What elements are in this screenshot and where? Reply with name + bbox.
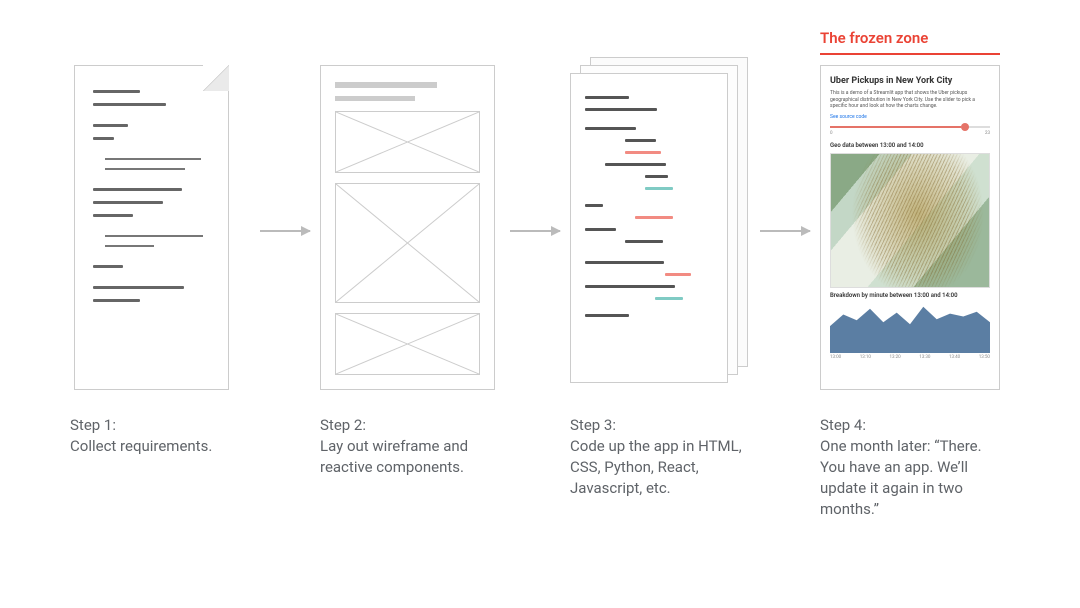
wireframe-icon bbox=[320, 65, 495, 390]
step-2-number: Step 2: bbox=[320, 415, 510, 436]
step-3-text: Code up the app in HTML, CSS, Python, Re… bbox=[570, 437, 742, 497]
step-3: Step 3: Code up the app in HTML, CSS, Py… bbox=[570, 65, 760, 499]
xtick: 13:50 bbox=[979, 355, 990, 360]
xtick: 13:10 bbox=[860, 355, 871, 360]
slider-tick-min: 0 bbox=[830, 131, 833, 136]
slider-ticks: 0 23 bbox=[830, 131, 990, 136]
step-1-illustration bbox=[70, 65, 260, 395]
step-2-text: Lay out wireframe and reactive component… bbox=[320, 437, 468, 476]
arrow-icon bbox=[760, 230, 810, 232]
process-flow: Step 1: Collect requirements. Step 2: La… bbox=[70, 65, 1010, 520]
step-3-caption: Step 3: Code up the app in HTML, CSS, Py… bbox=[570, 415, 760, 499]
xtick: 13:20 bbox=[890, 355, 901, 360]
app-subtitle: This is a demo of a Streamlit app that s… bbox=[830, 90, 990, 110]
step-4-text: One month later: “There. You have an app… bbox=[820, 437, 982, 518]
breakdown-chart bbox=[830, 303, 990, 353]
step-3-number: Step 3: bbox=[570, 415, 760, 436]
requirements-doc-icon bbox=[74, 65, 229, 390]
step-4: The frozen zone Uber Pickups in New York… bbox=[820, 65, 1010, 520]
xtick: 13:40 bbox=[949, 355, 960, 360]
code-stack-icon bbox=[570, 65, 755, 400]
step-2: Step 2: Lay out wireframe and reactive c… bbox=[320, 65, 510, 478]
step-2-illustration bbox=[320, 65, 510, 395]
frozen-zone-label: The frozen zone bbox=[820, 29, 1000, 55]
hour-slider bbox=[830, 126, 990, 128]
app-preview: Uber Pickups in New York City This is a … bbox=[820, 65, 1000, 390]
breakdown-xticks: 13:00 13:10 13:20 13:30 13:40 13:50 bbox=[830, 355, 990, 360]
step-2-caption: Step 2: Lay out wireframe and reactive c… bbox=[320, 415, 510, 478]
app-source-link: See source code bbox=[830, 114, 990, 120]
step-1-caption: Step 1: Collect requirements. bbox=[70, 415, 260, 457]
slider-tick-max: 23 bbox=[985, 131, 990, 136]
xtick: 13:00 bbox=[830, 355, 841, 360]
step-4-caption: Step 4: One month later: “There. You hav… bbox=[820, 415, 1010, 520]
step-1-number: Step 1: bbox=[70, 415, 260, 436]
geo-map bbox=[830, 153, 990, 288]
breakdown-label: Breakdown by minute between 13:00 and 14… bbox=[830, 292, 990, 299]
step-1: Step 1: Collect requirements. bbox=[70, 65, 260, 457]
map-label: Geo data between 13:00 and 14:00 bbox=[830, 142, 990, 149]
arrow-icon bbox=[260, 230, 310, 232]
arrow-icon bbox=[510, 230, 560, 232]
step-1-text: Collect requirements. bbox=[70, 437, 212, 455]
app-title: Uber Pickups in New York City bbox=[830, 76, 990, 86]
step-4-illustration: Uber Pickups in New York City This is a … bbox=[820, 65, 1010, 395]
step-3-illustration bbox=[570, 65, 760, 395]
xtick: 13:30 bbox=[919, 355, 930, 360]
step-4-number: Step 4: bbox=[820, 415, 1010, 436]
